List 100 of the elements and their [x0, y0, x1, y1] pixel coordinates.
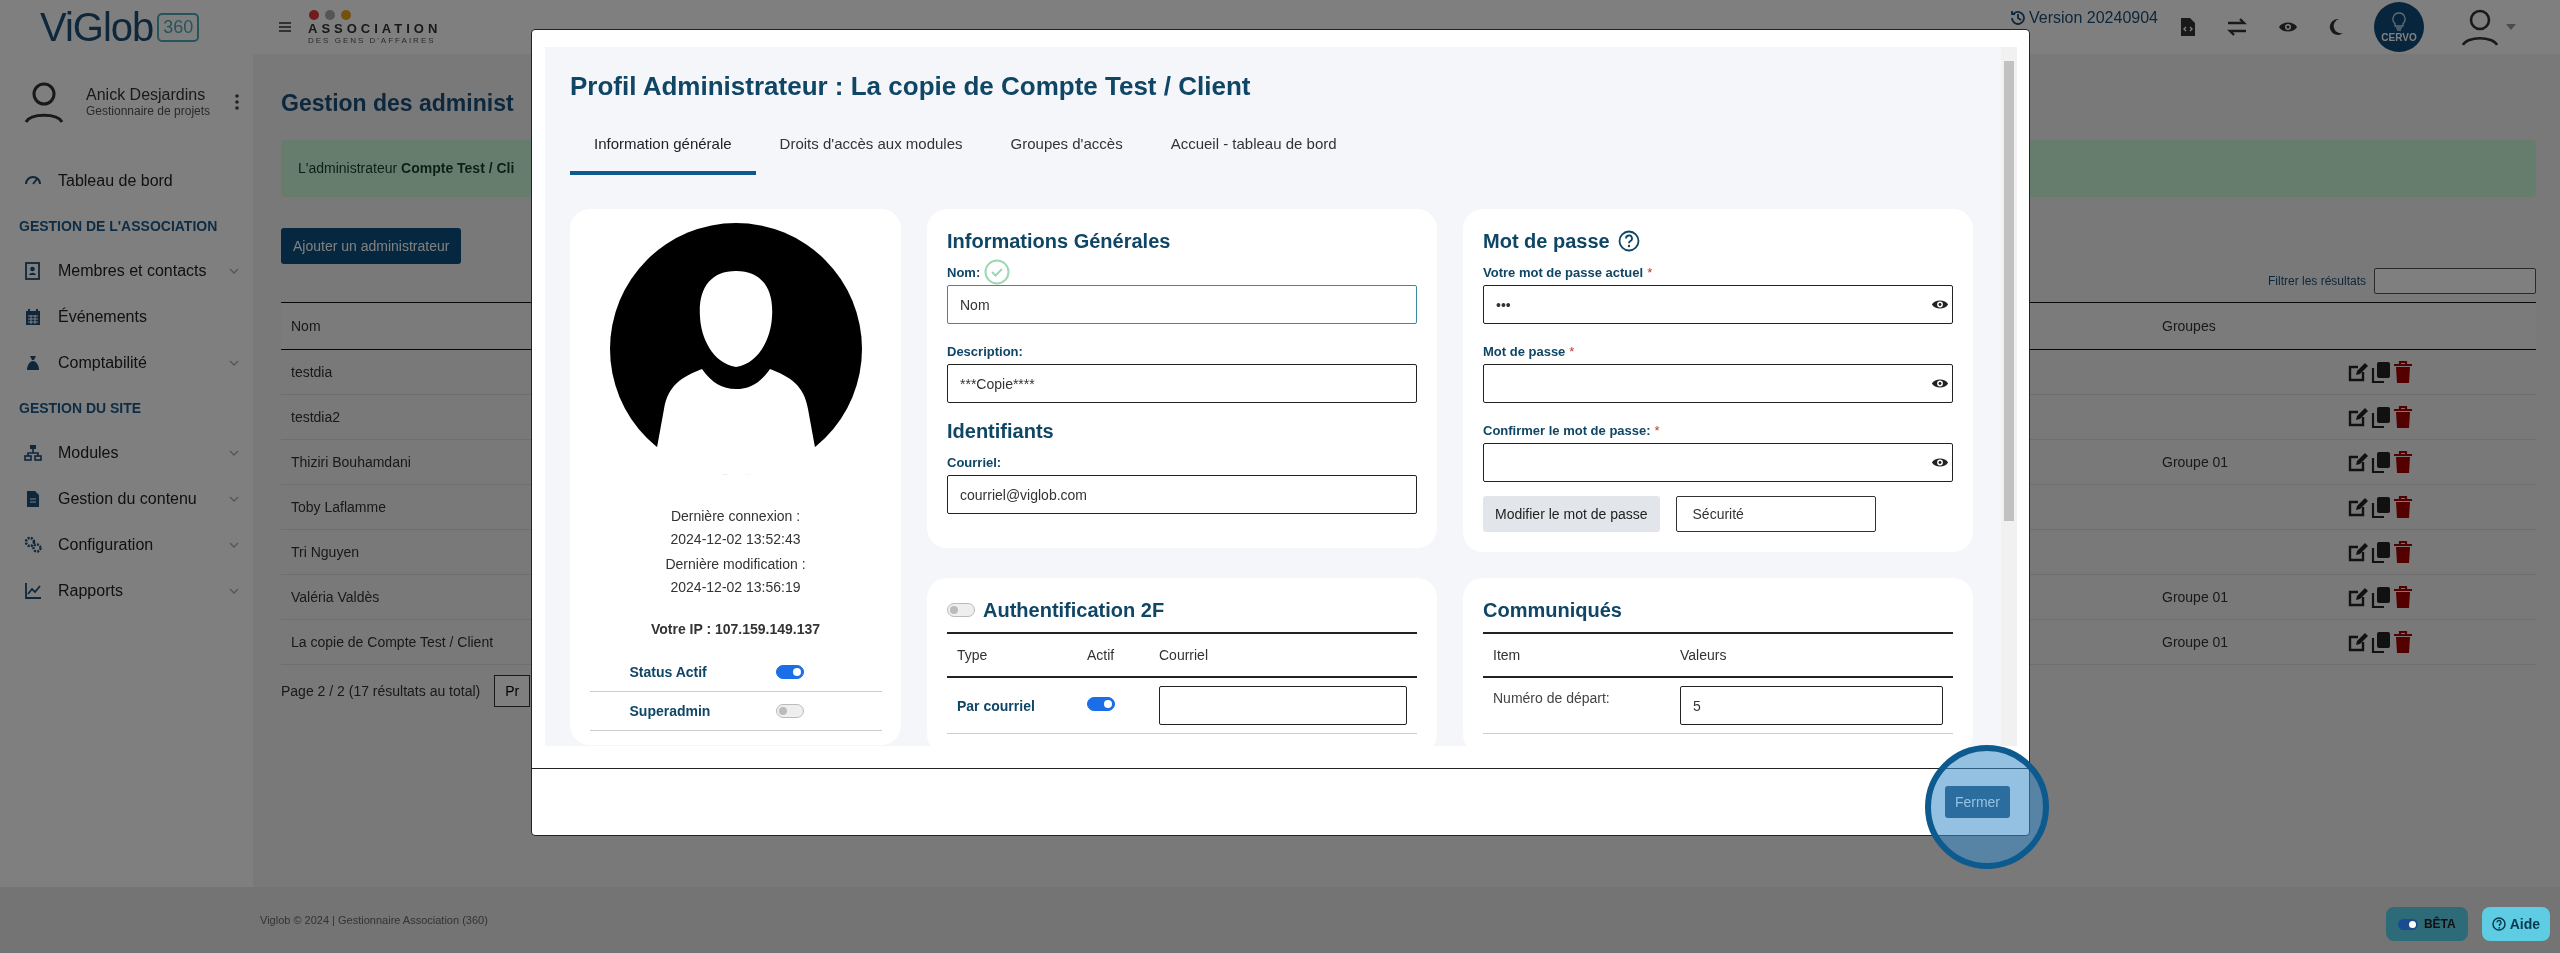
field-label: Description: — [947, 343, 1023, 359]
edit-icon[interactable] — [2347, 451, 2369, 473]
copy-icon[interactable] — [2371, 406, 2391, 428]
field-label: Mot de passe — [1483, 343, 1566, 359]
trash-icon[interactable] — [2393, 496, 2413, 518]
document-icon — [24, 490, 42, 508]
copy-icon[interactable] — [2371, 631, 2391, 653]
chevron-icon — [229, 450, 239, 456]
version-label: Version 20240904 — [2029, 9, 2158, 27]
nav-item[interactable]: Événements — [0, 294, 253, 340]
card-title: Informations Générales — [947, 229, 1172, 254]
toggle-switch[interactable] — [775, 704, 804, 718]
trash-icon[interactable] — [2393, 586, 2413, 608]
edit-icon[interactable] — [2347, 361, 2369, 383]
column-header: Type — [956, 647, 989, 663]
card-title: Communiqués — [1483, 598, 1623, 623]
kebab-icon[interactable] — [235, 94, 239, 110]
toggle-switch[interactable] — [1087, 697, 1115, 711]
column-header: Valeurs — [1679, 647, 1728, 663]
table-cell: Toby Laflamme — [291, 499, 386, 515]
copy-icon[interactable] — [2371, 541, 2391, 563]
help-button[interactable]: Aide — [2481, 907, 2550, 941]
copy-icon[interactable] — [2371, 496, 2391, 518]
column-header[interactable]: Groupes — [2162, 318, 2216, 334]
previous-button[interactable]: Pr — [494, 675, 531, 707]
table-cell: Valéria Valdès — [291, 589, 380, 605]
chevron-icon — [229, 360, 239, 366]
tab[interactable]: Information générale — [570, 121, 756, 175]
section-heading: GESTION DE L'ASSOCIATION — [18, 217, 219, 236]
last-login-date: 2024-12-02 13:52:43 — [670, 530, 801, 549]
column-header: Actif — [1086, 647, 1116, 663]
nav-item[interactable]: Modules — [0, 430, 253, 476]
eye-icon[interactable] — [1931, 298, 1949, 311]
help-icon — [2491, 917, 2506, 931]
password-field[interactable] — [1483, 443, 1953, 482]
input-field[interactable] — [1159, 686, 1407, 725]
column-header: Courriel — [1158, 647, 1209, 663]
copy-icon[interactable] — [2371, 586, 2391, 608]
table-cell: testdia — [291, 364, 333, 380]
trash-icon[interactable] — [2393, 541, 2413, 563]
menu-icon[interactable] — [278, 21, 292, 33]
line-chart-icon — [24, 582, 42, 600]
money-bag-icon — [24, 354, 42, 372]
change-password-button[interactable]: Modifier le mot de passe — [1483, 496, 1660, 532]
trash-icon[interactable] — [2393, 451, 2413, 473]
history-icon — [2009, 9, 2027, 27]
input-field[interactable]: courriel@viglob.com — [947, 475, 1417, 514]
assistant-button[interactable]: CERVO — [2374, 2, 2424, 52]
input-field[interactable]: 5 — [1680, 686, 1943, 725]
copy-icon[interactable] — [2371, 451, 2391, 473]
password-field[interactable] — [1483, 364, 1953, 403]
close-button[interactable]: Fermer — [1944, 786, 2010, 818]
toggle-label: Superadmin — [628, 703, 712, 719]
nav-item[interactable]: Comptabilité — [0, 340, 253, 386]
lightbulb-icon — [2391, 11, 2407, 32]
moon-icon[interactable] — [2328, 18, 2344, 36]
last-login-label: Dernière connexion : — [670, 507, 801, 526]
nav-item[interactable]: Configuration — [0, 522, 253, 568]
table-cell: Tri Nguyen — [291, 544, 359, 560]
scrollbar[interactable] — [2001, 47, 2017, 746]
card-title: Mot de passe — [1483, 229, 1610, 254]
field-label: Courriel: — [947, 454, 1002, 470]
modal-title: Profil Administrateur : La copie de Compte Test / Client — [570, 70, 1252, 103]
nav-item[interactable]: Membres et contacts — [0, 248, 253, 294]
trash-icon[interactable] — [2393, 631, 2413, 653]
table-cell-text: Numéro de départ: — [1492, 689, 1611, 706]
user-icon[interactable] — [2460, 7, 2500, 47]
trash-icon[interactable] — [2393, 406, 2413, 428]
help-icon[interactable] — [1617, 230, 1640, 252]
edit-icon[interactable] — [2347, 631, 2369, 653]
beta-toggle-button[interactable]: BÊTA — [2385, 907, 2468, 941]
pagination-summary: Page 2 / 2 (17 résultats au total) — [281, 683, 481, 699]
table-cell: Groupe 01 — [2162, 634, 2229, 650]
toggle-switch[interactable] — [947, 603, 975, 617]
nav-item[interactable]: Tableau de bord — [0, 158, 253, 204]
card-title: Authentification 2F — [983, 598, 1165, 623]
column-header[interactable]: Nom — [291, 318, 321, 334]
edit-icon[interactable] — [2347, 541, 2369, 563]
edit-icon[interactable] — [2347, 586, 2369, 608]
swap-icon[interactable] — [2226, 18, 2248, 36]
nav-item[interactable]: Rapports — [0, 568, 253, 614]
eye-icon[interactable] — [1931, 377, 1949, 390]
nav-item[interactable]: Gestion du contenu — [0, 476, 253, 522]
eye-icon[interactable] — [1931, 456, 1949, 469]
calendar-icon — [24, 308, 42, 326]
copy-icon[interactable] — [2371, 361, 2391, 383]
user-name: Anick Desjardins — [86, 86, 207, 104]
chevron-icon — [229, 542, 239, 548]
file-code-icon[interactable] — [2180, 17, 2196, 37]
add-admin-button[interactable]: Ajouter un administrateur — [281, 228, 462, 264]
last-change-date: 2024-12-02 13:56:19 — [670, 578, 801, 597]
edit-icon[interactable] — [2347, 496, 2369, 518]
password-field[interactable]: ••• — [1483, 285, 1953, 324]
input-field[interactable]: ***Copie**** — [947, 364, 1417, 403]
filter-field[interactable] — [2374, 268, 2536, 294]
user-icon — [24, 80, 64, 124]
toggle-switch[interactable] — [775, 665, 804, 679]
trash-icon[interactable] — [2393, 361, 2413, 383]
edit-icon[interactable] — [2347, 406, 2369, 428]
input-field[interactable]: Nom — [947, 285, 1417, 324]
